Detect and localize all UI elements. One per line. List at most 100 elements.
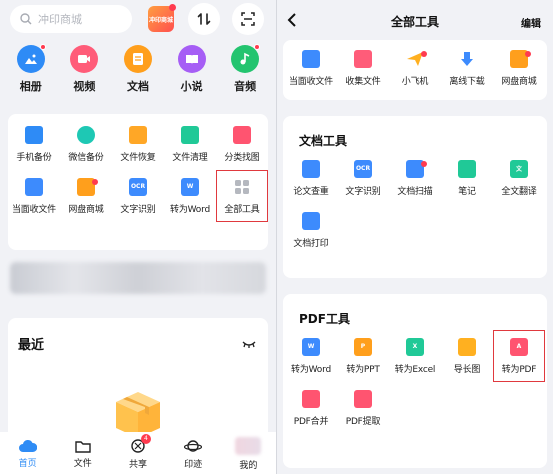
- tool-doc-print[interactable]: 文档打印: [285, 204, 337, 256]
- category-video[interactable]: 视频: [59, 45, 109, 94]
- tab-me[interactable]: 我的: [223, 437, 273, 471]
- tool-netdisk-mall[interactable]: 网盘商城: [493, 42, 545, 94]
- tool-label: 当面收文件: [11, 204, 56, 215]
- tool-label: 导长图: [453, 364, 481, 375]
- planet-icon: [184, 440, 203, 452]
- tool-label: 转为PDF: [501, 364, 537, 375]
- tool-receive-files[interactable]: 当面收文件: [285, 42, 337, 94]
- tool-to-word[interactable]: W 转为Word: [164, 170, 216, 222]
- tool-file-cleanup[interactable]: 文件清理: [164, 118, 216, 170]
- music-icon: [231, 44, 261, 73]
- tool-label: 文件清理: [172, 152, 208, 163]
- tool-ocr[interactable]: OCR 文字识别: [112, 170, 164, 222]
- print-mall-promo-icon[interactable]: 冲印商城: [148, 4, 176, 32]
- collect-folder-icon: [354, 49, 372, 68]
- share-badge: 4: [140, 434, 151, 444]
- tool-paper-plane[interactable]: 小飞机: [389, 42, 441, 94]
- tab-home[interactable]: 首页: [3, 439, 53, 469]
- search-bar[interactable]: 冲印商城: [10, 5, 132, 33]
- top-tools-card: 当面收文件 收集文件 小飞机 离线下载 网盘商城: [283, 40, 547, 100]
- tool-pdf-to-word[interactable]: W 转为Word: [285, 330, 337, 382]
- tool-collect-files[interactable]: 收集文件: [337, 42, 389, 94]
- back-icon[interactable]: [287, 12, 297, 31]
- tool-receive-files[interactable]: 当面收文件: [8, 170, 60, 222]
- tool-label: 分类找图: [224, 152, 260, 163]
- tool-phone-backup[interactable]: 手机备份: [8, 118, 60, 170]
- word-icon: W: [181, 177, 199, 196]
- tool-wechat-backup[interactable]: 微信备份: [60, 118, 112, 170]
- home-screen: 冲印商城 冲印商城 相册 视频 文档 小说 音频 手机备份 微信备份 文件恢复 …: [0, 0, 276, 474]
- tab-label: 首页: [18, 459, 37, 469]
- recent-title: 最近: [18, 338, 45, 353]
- promo-badge-text: 冲印商城: [148, 16, 173, 24]
- tab-share[interactable]: 4 共享: [113, 434, 163, 470]
- category-label: 音频: [234, 80, 257, 93]
- tool-pdf-extract[interactable]: PDF提取: [337, 382, 389, 434]
- video-icon: [70, 45, 99, 73]
- pdf-merge-icon: [302, 389, 320, 408]
- tab-footprint[interactable]: 印迹: [168, 438, 218, 470]
- pdf-extract-icon: [354, 389, 372, 408]
- collapse-icon[interactable]: [242, 340, 256, 348]
- tool-offline-download[interactable]: 离线下载: [441, 42, 493, 94]
- tool-label: 转为Excel: [394, 364, 436, 375]
- tool-label: PDF合并: [293, 416, 329, 427]
- search-icon: [20, 13, 32, 25]
- tool-label: 小飞机: [401, 76, 429, 87]
- section-title: PDF工具: [299, 312, 350, 326]
- tab-files[interactable]: 文件: [58, 439, 108, 469]
- tool-all-tools[interactable]: 全部工具: [216, 170, 268, 222]
- blurred-banner: [10, 262, 266, 294]
- category-album[interactable]: 相册: [6, 44, 56, 94]
- tool-label: 文件恢复: [120, 152, 156, 163]
- doc-tools-card: 文档工具 论文查重 OCR 文字识别 文档扫描 笔记 文全文翻译 文档打印: [283, 116, 547, 278]
- category-label: 小说: [180, 80, 203, 93]
- category-novel[interactable]: 小说: [167, 45, 217, 94]
- transfer-button[interactable]: [188, 3, 220, 35]
- tool-find-images[interactable]: 分类找图: [216, 118, 268, 170]
- tab-label: 我的: [239, 461, 258, 471]
- tools-card: 手机备份 微信备份 文件恢复 文件清理 分类找图 当面收文件 网盘商城 OCR 文…: [8, 114, 268, 250]
- tool-label: 文档打印: [293, 238, 329, 249]
- tool-notes[interactable]: 笔记: [441, 152, 493, 204]
- paper-check-icon: [302, 159, 320, 178]
- tool-netdisk-mall[interactable]: 网盘商城: [60, 170, 112, 222]
- category-audio[interactable]: 音频: [220, 44, 270, 94]
- tool-pdf-to-ppt[interactable]: P 转为PPT: [337, 330, 389, 382]
- tab-label: 印迹: [184, 460, 203, 470]
- tool-label: 当面收文件: [288, 76, 333, 87]
- ocr-icon: OCR: [354, 159, 372, 178]
- word-icon: W: [302, 337, 320, 356]
- tool-file-recovery[interactable]: 文件恢复: [112, 118, 164, 170]
- category-label: 视频: [73, 80, 96, 93]
- tool-to-pdf[interactable]: A 转为PDF: [493, 330, 545, 382]
- download-arrow-icon: [458, 50, 476, 68]
- tool-label: 网盘商城: [501, 76, 537, 87]
- tool-ocr[interactable]: OCR 文字识别: [337, 152, 389, 204]
- category-label: 相册: [19, 80, 42, 93]
- scan-button[interactable]: [232, 3, 264, 35]
- pdf-icon: A: [510, 337, 528, 356]
- notification-dot: [92, 179, 98, 185]
- notification-dot: [421, 161, 427, 167]
- tab-label: 共享: [128, 460, 147, 470]
- tool-label: 文字识别: [120, 204, 156, 215]
- category-document[interactable]: 文档: [113, 45, 163, 94]
- tool-label: 文档扫描: [397, 186, 433, 197]
- tool-label: 网盘商城: [68, 204, 104, 215]
- tool-long-image[interactable]: 导长图: [441, 330, 493, 382]
- tool-pdf-to-excel[interactable]: X 转为Excel: [389, 330, 441, 382]
- tool-label: 转为PPT: [346, 364, 380, 375]
- notes-icon: [458, 159, 476, 178]
- tool-doc-scan[interactable]: 文档扫描: [389, 152, 441, 204]
- tool-pdf-merge[interactable]: PDF合并: [285, 382, 337, 434]
- tool-plagiarism-check[interactable]: 论文查重: [285, 152, 337, 204]
- tool-translate[interactable]: 文全文翻译: [493, 152, 545, 204]
- ocr-icon-text: OCR: [355, 165, 371, 172]
- tool-label: 文字识别: [345, 186, 381, 197]
- receive-file-icon: [302, 49, 320, 68]
- all-tools-screen: 全部工具 编辑 当面收文件 收集文件 小飞机 离线下载 网盘商城 文档工具 论文…: [277, 0, 553, 474]
- edit-button[interactable]: 编辑: [521, 15, 541, 30]
- tool-label: 手机备份: [16, 152, 52, 163]
- page-title: 全部工具: [390, 14, 439, 29]
